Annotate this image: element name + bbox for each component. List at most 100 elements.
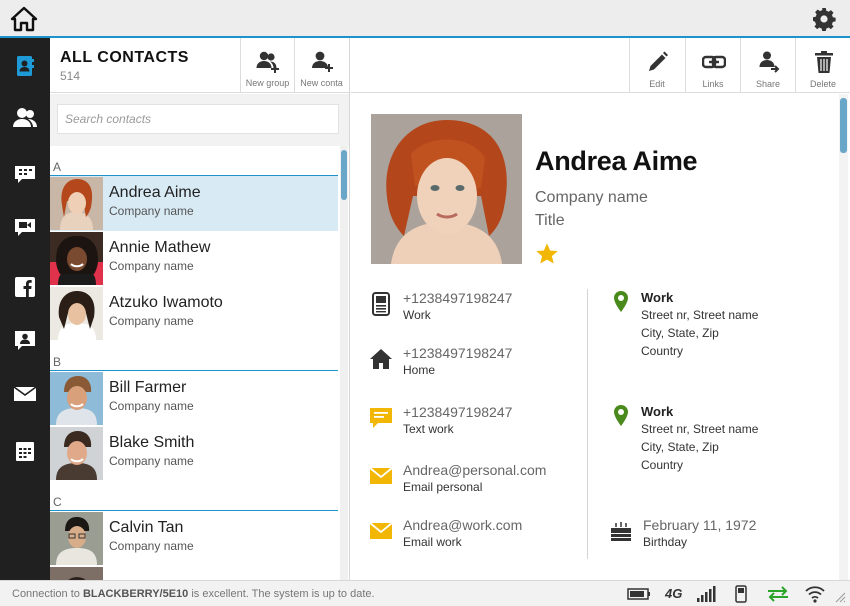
new-contact-label: New conta xyxy=(300,78,343,88)
new-group-button[interactable]: New group xyxy=(240,38,294,93)
email-icon xyxy=(13,386,37,401)
contacts-app: ALL CONTACTS 514 New group New conta A A… xyxy=(0,0,850,606)
envelope-icon xyxy=(369,522,393,539)
address-street: Street nr, Street name xyxy=(641,422,759,436)
rail-video-chat[interactable] xyxy=(0,205,50,249)
contact-detail-pane: Edit Links Share Delete Andrea Aime Comp… xyxy=(351,38,850,580)
rail-calendar[interactable] xyxy=(0,429,50,473)
phone-label: Work xyxy=(403,308,431,322)
rail-profile-chat[interactable] xyxy=(0,319,50,363)
contact-company: Company name xyxy=(109,314,194,328)
rail-facebook[interactable] xyxy=(0,265,50,309)
phone-label: Text work xyxy=(403,422,454,436)
section-header: A xyxy=(50,146,338,176)
battery-icon xyxy=(627,588,650,600)
address-country: Country xyxy=(641,458,684,472)
contact-avatar xyxy=(50,177,103,230)
pencil-icon xyxy=(649,51,668,71)
detail-title: Title xyxy=(535,212,565,229)
top-bar xyxy=(0,0,850,38)
rail-groups[interactable] xyxy=(0,96,50,140)
birthday-item[interactable]: February 11, 1972 Birthday xyxy=(609,517,819,553)
contact-name: Calvin Tan xyxy=(109,519,184,536)
section-letter: B xyxy=(53,355,62,369)
contact-row[interactable]: Bill Farmer Company name xyxy=(50,371,338,426)
calendar-icon xyxy=(16,442,34,461)
address-label: Work xyxy=(641,404,674,419)
email-label: Email work xyxy=(403,535,462,549)
contact-avatar xyxy=(50,232,103,285)
contact-row[interactable]: Andrea Aime Company name xyxy=(50,176,338,231)
contact-row[interactable]: Calvin Tan Company name xyxy=(50,511,338,566)
links-button[interactable]: Links xyxy=(685,38,740,93)
video-chat-icon xyxy=(15,219,35,236)
mobile-phone-icon xyxy=(372,292,390,316)
detail-toolbar: Edit Links Share Delete xyxy=(351,38,850,93)
rail-bbm[interactable] xyxy=(0,152,50,196)
contact-name: Bill Farmer xyxy=(109,379,187,396)
home-icon[interactable] xyxy=(10,6,38,32)
share-button[interactable]: Share xyxy=(740,38,795,93)
phone-label: Home xyxy=(403,363,436,377)
address-street: Street nr, Street name xyxy=(641,308,759,322)
new-group-label: New group xyxy=(245,78,290,88)
status-device: BLACKBERRY/5E10 xyxy=(82,588,189,600)
section-letter: A xyxy=(53,160,62,174)
contacts-book-icon xyxy=(17,56,34,76)
contact-name: Andrea Aime xyxy=(109,184,201,201)
email-personal-item[interactable]: Andrea@personal.com Email personal xyxy=(369,462,579,498)
birthday-label: Birthday xyxy=(643,535,688,549)
network-type: 4G xyxy=(665,586,683,601)
detail-company: Company name xyxy=(535,189,648,206)
map-pin-icon xyxy=(614,291,628,312)
favorite-star-icon[interactable] xyxy=(535,242,559,266)
phone-home-item[interactable]: +1238497198247 Home xyxy=(369,345,579,381)
detail-name: Andrea Aime xyxy=(535,146,698,176)
address-work-item[interactable]: Work Street nr, Street name City, State,… xyxy=(609,404,819,474)
contact-company: Company name xyxy=(109,259,194,273)
address-country: Country xyxy=(641,344,684,358)
contact-avatar xyxy=(50,427,103,480)
new-group-icon xyxy=(256,51,279,73)
search-area xyxy=(50,94,349,146)
groups-icon xyxy=(13,108,37,127)
contact-row[interactable]: Atzuko Iwamoto Company name xyxy=(50,286,338,341)
address-work-item[interactable]: Work Street nr, Street name City, State,… xyxy=(609,290,819,360)
contact-avatar xyxy=(50,287,103,340)
detail-scroll-thumb[interactable] xyxy=(840,98,847,153)
edit-button[interactable]: Edit xyxy=(629,38,684,93)
share-contact-icon xyxy=(759,51,780,73)
contact-company: Company name xyxy=(109,454,194,468)
home-phone-icon xyxy=(370,349,392,369)
phone-work-item[interactable]: +1238497198247 Work xyxy=(369,290,579,326)
text-message-icon xyxy=(370,408,392,428)
address-label: Work xyxy=(641,290,674,305)
contact-row[interactable]: Blake Smith Company name xyxy=(50,426,338,481)
contact-row[interactable]: Annie Mathew Company name xyxy=(50,231,338,286)
map-pin-icon xyxy=(614,405,628,426)
list-scroll-thumb[interactable] xyxy=(341,150,347,200)
list-header: ALL CONTACTS 514 New group New conta xyxy=(50,38,349,93)
list-scrollbar[interactable] xyxy=(340,146,348,580)
birthday-cake-icon xyxy=(611,522,631,541)
contact-photo xyxy=(371,114,522,264)
gear-icon[interactable] xyxy=(812,7,836,31)
new-contact-button[interactable]: New conta xyxy=(294,38,348,93)
contact-name: Atzuko Iwamoto xyxy=(109,294,223,311)
rail-contacts[interactable] xyxy=(0,44,50,88)
status-bar: Connection to BLACKBERRY/5E10 is excelle… xyxy=(0,580,850,606)
detail-scrollbar[interactable] xyxy=(839,94,848,580)
phone-value: +1238497198247 xyxy=(403,290,513,306)
contact-company: Company name xyxy=(109,539,194,553)
contact-row[interactable] xyxy=(50,566,338,580)
share-label: Share xyxy=(755,79,781,89)
email-work-item[interactable]: Andrea@work.com Email work xyxy=(369,517,579,553)
contact-company: Company name xyxy=(109,204,194,218)
contact-count: 514 xyxy=(60,69,81,83)
search-input[interactable] xyxy=(57,104,339,134)
text-work-item[interactable]: +1238497198247 Text work xyxy=(369,404,579,440)
contact-avatar xyxy=(50,512,103,565)
delete-button[interactable]: Delete xyxy=(795,38,850,93)
rail-email[interactable] xyxy=(0,372,50,416)
status-prefix: Connection to xyxy=(12,588,83,600)
